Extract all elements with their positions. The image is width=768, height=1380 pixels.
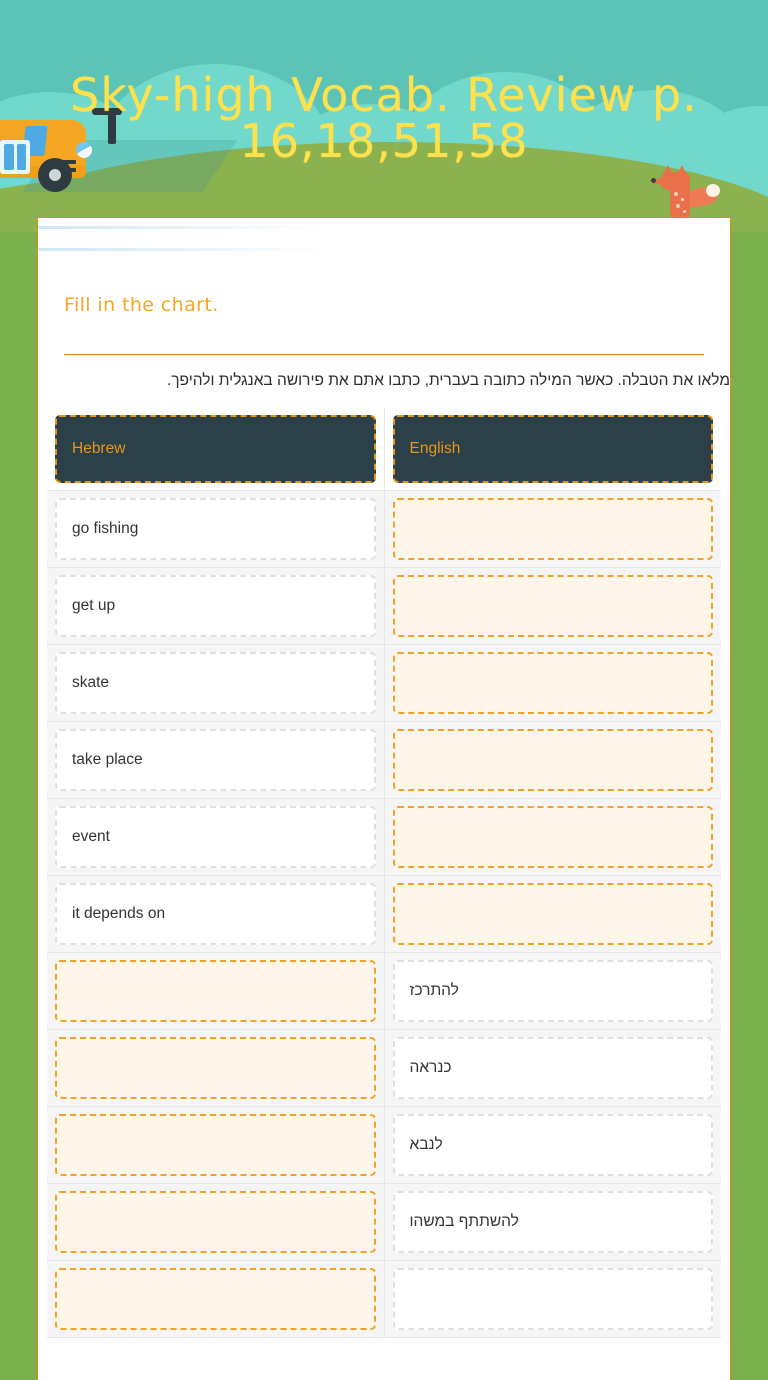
table-cell-left (47, 1106, 385, 1185)
page-banner: Sky-high Vocab. Review p. 16,18,51,58 (0, 0, 768, 232)
table-cell-right: כנראה (384, 1029, 721, 1108)
vocab-word-left[interactable]: event (55, 806, 376, 869)
page-title: Sky-high Vocab. Review p. 16,18,51,58 (70, 68, 698, 168)
vocabulary-table-body: Hebrew English go fishing get up skate take… (47, 408, 721, 1339)
vocab-word-right[interactable]: להתרכז (392, 960, 713, 1023)
table-cell-right (384, 721, 721, 800)
table-cell-left: skate (47, 644, 385, 723)
table-row: take place (47, 721, 721, 800)
vocab-word-right[interactable]: כנראה (392, 1037, 713, 1100)
worksheet-instructions: מלאו את הטבלה. כאשר המילה כתובה בעברית, … (166, 372, 730, 389)
table-row: skate (47, 644, 721, 723)
table-cell-right (384, 567, 721, 646)
loading-skeleton (38, 218, 730, 266)
table-header-cell-right: English (384, 408, 721, 492)
table-cell-right (384, 1260, 721, 1339)
skeleton-line-2 (38, 248, 328, 251)
vocab-word-right[interactable]: להשתתף במשהו (392, 1191, 713, 1254)
table-row (47, 1260, 721, 1339)
answer-blank-right[interactable] (392, 498, 713, 561)
vocab-word-right[interactable]: לנבא (392, 1114, 713, 1177)
vocab-word-left[interactable]: skate (55, 652, 376, 715)
table-cell-left: take place (47, 721, 385, 800)
table-cell-right (384, 490, 721, 569)
fox-icon (651, 165, 722, 218)
vocab-word-left[interactable]: get up (55, 575, 376, 638)
table-header-row: Hebrew English (47, 408, 721, 492)
skeleton-line-1 (38, 226, 328, 229)
table-cell-left: it depends on (47, 875, 385, 954)
table-row: לנבא (47, 1106, 721, 1185)
answer-blank-right[interactable] (392, 575, 713, 638)
table-cell-left: go fishing (47, 490, 385, 569)
table-cell-right (384, 875, 721, 954)
table-cell-left (47, 1260, 385, 1339)
answer-blank-right[interactable] (392, 652, 713, 715)
answer-blank-right[interactable] (392, 806, 713, 869)
vocab-word-right[interactable] (392, 1268, 713, 1331)
vocab-word-left[interactable]: take place (55, 729, 376, 792)
answer-blank-left[interactable] (55, 1191, 376, 1254)
column-header-hebrew: Hebrew (55, 415, 376, 484)
table-row: it depends on (47, 875, 721, 954)
vocab-word-left[interactable]: it depends on (55, 883, 376, 946)
table-cell-right: להשתתף במשהו (384, 1183, 721, 1262)
answer-blank-right[interactable] (392, 729, 713, 792)
table-row: event (47, 798, 721, 877)
answer-blank-right[interactable] (392, 883, 713, 946)
vocabulary-table: Hebrew English go fishing get up skate take… (47, 408, 721, 1339)
table-cell-right (384, 798, 721, 877)
answer-blank-left[interactable] (55, 1268, 376, 1331)
table-row: להתרכז (47, 952, 721, 1031)
table-row: כנראה (47, 1029, 721, 1108)
table-cell-left (47, 1029, 385, 1108)
table-cell-left (47, 1183, 385, 1262)
worksheet-card: Fill in the chart. מלאו את הטבלה. כאשר ה… (37, 217, 731, 1380)
table-cell-left: event (47, 798, 385, 877)
table-cell-right: לנבא (384, 1106, 721, 1185)
answer-blank-left[interactable] (55, 960, 376, 1023)
table-cell-left (47, 952, 385, 1031)
table-row: go fishing (47, 490, 721, 569)
table-row: להשתתף במשהו (47, 1183, 721, 1262)
table-header-cell-left: Hebrew (47, 408, 385, 492)
answer-blank-left[interactable] (55, 1037, 376, 1100)
vocab-word-left[interactable]: go fishing (55, 498, 376, 561)
column-header-english: English (392, 415, 713, 484)
table-cell-left: get up (47, 567, 385, 646)
table-row: get up (47, 567, 721, 646)
table-cell-right (384, 644, 721, 723)
worksheet-prompt: Fill in the chart. (64, 294, 219, 316)
table-cell-right: להתרכז (384, 952, 721, 1031)
answer-blank-left[interactable] (55, 1114, 376, 1177)
